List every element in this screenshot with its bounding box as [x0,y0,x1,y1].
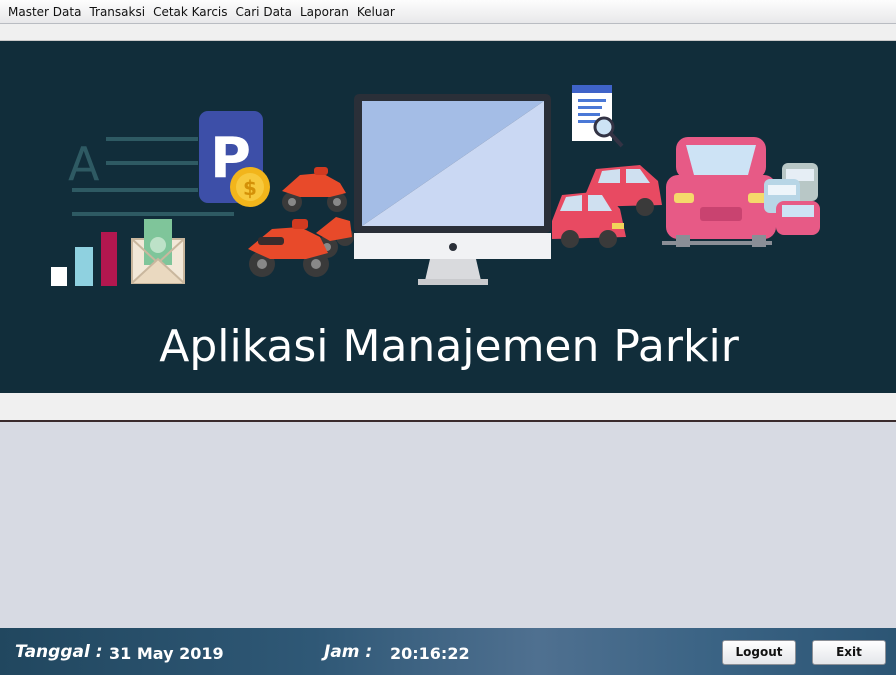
car-front-icon [662,137,776,247]
envelope-money-icon [131,219,185,284]
top-panel-strip [0,24,896,41]
menu-laporan[interactable]: Laporan [296,1,353,23]
menu-transaksi[interactable]: Transaksi [85,1,149,23]
banner-title: Aplikasi Manajemen Parkir [159,321,739,372]
search-document-icon [572,85,624,148]
bottom-panel-strip [0,393,896,422]
coin-icon: $ [230,167,270,207]
svg-text:$: $ [243,176,257,200]
logout-button[interactable]: Logout [722,640,796,665]
menu-master-data[interactable]: Master Data [4,1,85,23]
computer-monitor-icon [354,94,551,285]
menu-cari-data[interactable]: Cari Data [232,1,296,23]
svg-text:A: A [68,137,100,191]
bar-chart-icon [51,232,117,286]
main-content-area [0,422,896,628]
date-label: Tanggal : [15,642,103,662]
menu-keluar[interactable]: Keluar [353,1,399,23]
app-banner: A P $ Aplikasi Manajemen Parkir [0,41,896,393]
banner-illustration: A P $ Aplikasi Manajemen Parkir [51,85,820,372]
menu-cetak-karcis[interactable]: Cetak Karcis [149,1,231,23]
time-value: 20:16:22 [390,644,470,663]
motorcycle-icon [248,219,329,277]
exit-button[interactable]: Exit [812,640,886,665]
date-value: 31 May 2019 [109,644,224,663]
motorcycle-icon [282,167,347,212]
time-label: Jam : [324,642,373,662]
status-bar: Tanggal : 31 May 2019 Jam : 20:16:22 Log… [0,628,896,675]
menu-bar: Master Data Transaksi Cetak Karcis Cari … [0,0,896,24]
